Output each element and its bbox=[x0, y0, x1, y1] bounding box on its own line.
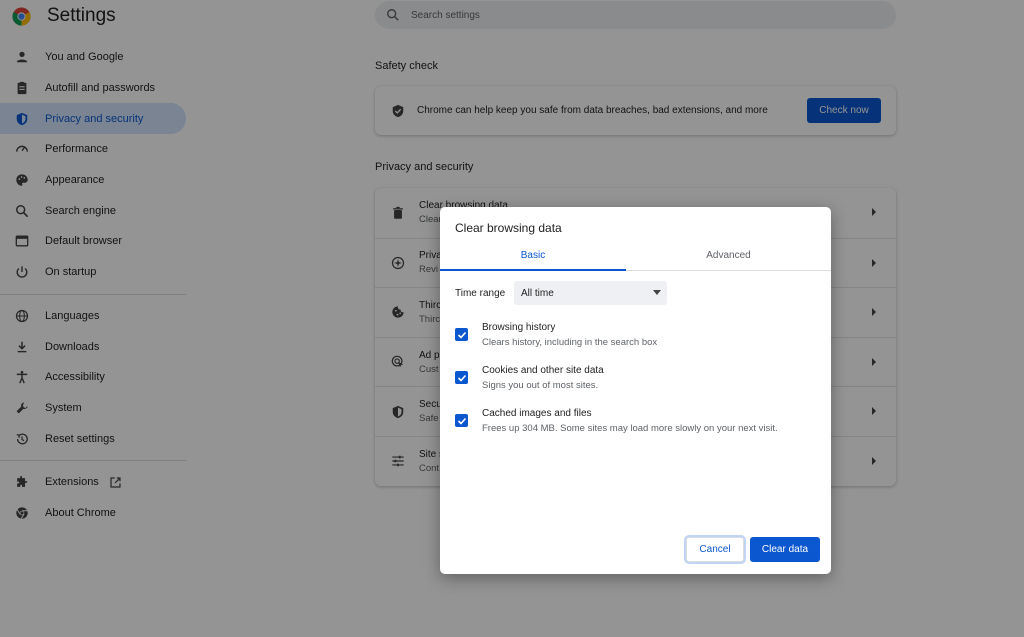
option-description: Clears history, including in the search … bbox=[482, 337, 658, 348]
option-title: Browsing history bbox=[482, 322, 556, 333]
checkmark-icon bbox=[457, 417, 466, 425]
dialog-tabs: Basic Advanced bbox=[440, 245, 831, 271]
option-browsing-history: Browsing history Clears history, includi… bbox=[455, 322, 815, 354]
cached-images-checkbox[interactable] bbox=[455, 414, 468, 427]
dropdown-arrow-icon bbox=[653, 290, 661, 295]
option-description: Frees up 304 MB. Some sites may load mor… bbox=[482, 423, 778, 434]
dialog-title: Clear browsing data bbox=[455, 221, 562, 235]
tab-advanced[interactable]: Advanced bbox=[626, 245, 831, 270]
time-range-value: All time bbox=[521, 287, 554, 299]
tab-basic[interactable]: Basic bbox=[440, 245, 626, 271]
cookies-checkbox[interactable] bbox=[455, 371, 468, 384]
option-description: Signs you out of most sites. bbox=[482, 380, 599, 391]
option-title: Cached images and files bbox=[482, 408, 592, 419]
checkmark-icon bbox=[457, 374, 466, 382]
option-cached-images: Cached images and files Frees up 304 MB.… bbox=[455, 408, 815, 440]
clear-browsing-data-dialog: Clear browsing data Basic Advanced Time … bbox=[440, 207, 831, 574]
cancel-button[interactable]: Cancel bbox=[686, 537, 744, 562]
time-range-select[interactable]: All time bbox=[514, 281, 667, 305]
option-title: Cookies and other site data bbox=[482, 365, 604, 376]
browsing-history-checkbox[interactable] bbox=[455, 328, 468, 341]
checkmark-icon bbox=[457, 331, 466, 339]
time-range-label: Time range bbox=[455, 288, 506, 299]
option-cookies: Cookies and other site data Signs you ou… bbox=[455, 365, 815, 397]
clear-data-button[interactable]: Clear data bbox=[750, 537, 820, 562]
